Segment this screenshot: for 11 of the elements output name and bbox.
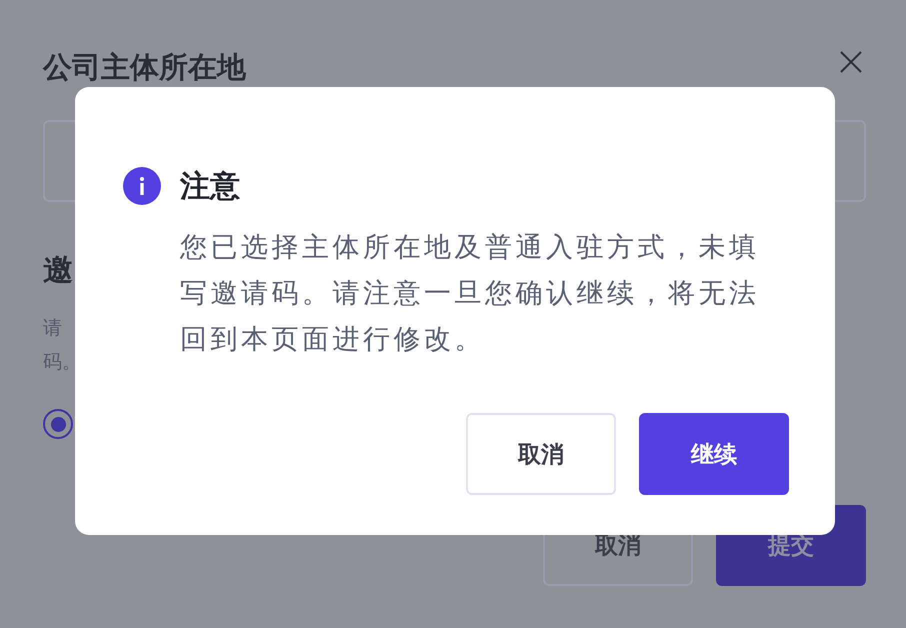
section-heading: 邀 <box>43 252 73 290</box>
page-title: 公司主体所在地 <box>43 49 246 86</box>
info-icon <box>123 167 161 205</box>
dialog-title: 注意 <box>180 168 240 206</box>
cancel-button[interactable]: 取消 <box>466 413 616 495</box>
radio-button[interactable] <box>43 409 73 439</box>
description-text: 请 <box>43 316 62 341</box>
close-icon[interactable] <box>839 50 863 74</box>
description-text: 码。 <box>43 350 81 375</box>
dialog-message: 您已选择主体所在地及普通入驻方式，未填写邀请码。请注意一旦您确认继续，将无法回到本页面进行修改。 <box>180 231 760 357</box>
continue-button[interactable]: 继续 <box>639 413 789 495</box>
